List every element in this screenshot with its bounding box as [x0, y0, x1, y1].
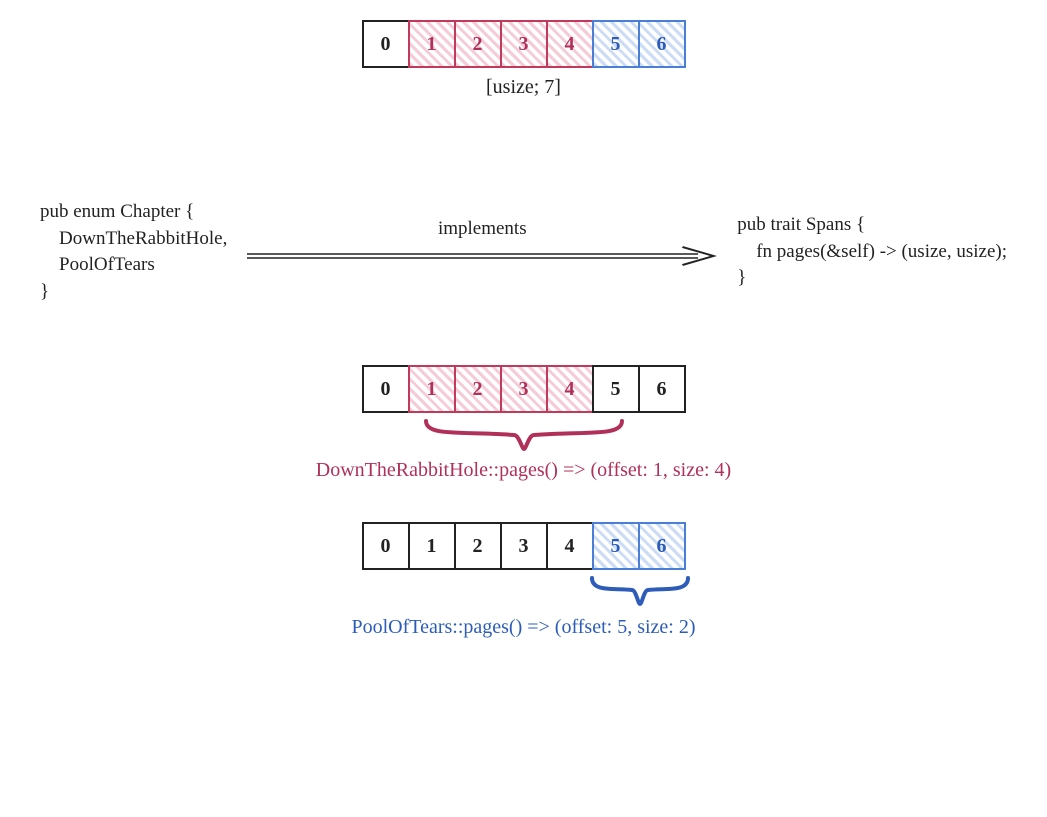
- cell-6: 6: [638, 20, 686, 68]
- cell-r5: 5: [592, 365, 640, 413]
- cell-p0: 0: [362, 522, 410, 570]
- cell-3: 3: [500, 20, 548, 68]
- implements-arrow: implements: [247, 222, 717, 282]
- implements-row: pub enum Chapter { DownTheRabbitHole, Po…: [40, 199, 1007, 305]
- cell-r2: 2: [454, 365, 502, 413]
- rabbit-caption: DownTheRabbitHole::pages() => (offset: 1…: [20, 459, 1027, 482]
- cell-r6: 6: [638, 365, 686, 413]
- cell-r3: 3: [500, 365, 548, 413]
- pool-array-section: 0 1 2 3 4 5 6 PoolOfTears::pages() => (o…: [20, 522, 1027, 639]
- brace-rabbit-icon: [354, 417, 694, 451]
- pool-caption: PoolOfTears::pages() => (offset: 5, size…: [20, 616, 1027, 639]
- enum-definition: pub enum Chapter { DownTheRabbitHole, Po…: [40, 199, 227, 305]
- cell-p3: 3: [500, 522, 548, 570]
- array-type-label: [usize; 7]: [20, 76, 1027, 99]
- brace-pool-icon: [354, 574, 694, 608]
- cell-1: 1: [408, 20, 456, 68]
- cell-p2: 2: [454, 522, 502, 570]
- cell-5: 5: [592, 20, 640, 68]
- cell-r0: 0: [362, 365, 410, 413]
- array-top: 0 1 2 3 4 5 6: [20, 20, 1027, 68]
- cell-r1: 1: [408, 365, 456, 413]
- arrow-icon: [247, 244, 717, 268]
- implements-label: implements: [438, 218, 527, 240]
- cell-r4: 4: [546, 365, 594, 413]
- trait-definition: pub trait Spans { fn pages(&self) -> (us…: [737, 212, 1007, 292]
- cell-4: 4: [546, 20, 594, 68]
- cell-2: 2: [454, 20, 502, 68]
- cell-p4: 4: [546, 522, 594, 570]
- array-rabbit: 0 1 2 3 4 5 6: [20, 365, 1027, 413]
- rabbit-array-section: 0 1 2 3 4 5 6 DownTheRabbitHole::pages()…: [20, 365, 1027, 482]
- top-array-section: 0 1 2 3 4 5 6 [usize; 7]: [20, 20, 1027, 99]
- cell-p1: 1: [408, 522, 456, 570]
- cell-p6: 6: [638, 522, 686, 570]
- cell-0: 0: [362, 20, 410, 68]
- array-pool: 0 1 2 3 4 5 6: [20, 522, 1027, 570]
- cell-p5: 5: [592, 522, 640, 570]
